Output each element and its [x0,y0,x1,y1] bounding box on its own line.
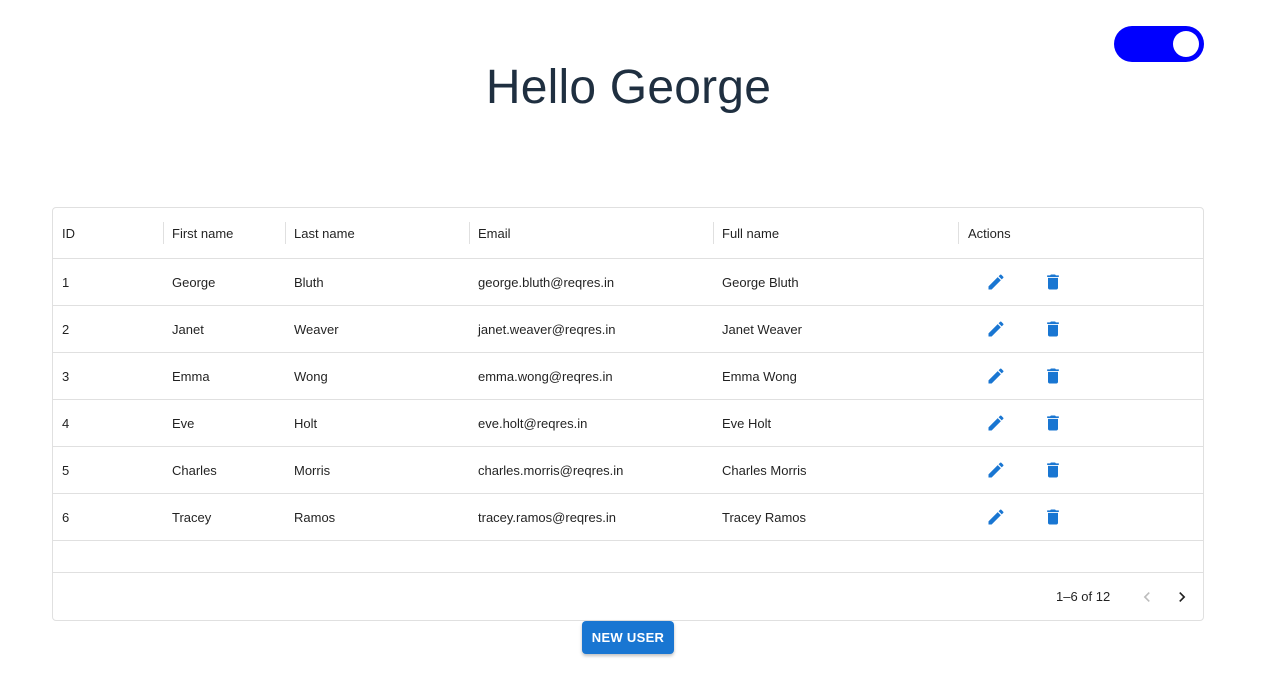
table-row[interactable]: 1 George Bluth george.bluth@reqres.in George… [53,259,1203,306]
cell-email: janet.weaver@reqres.in [478,321,616,337]
cell-email: george.bluth@reqres.in [478,274,615,290]
delete-user-button[interactable] [1037,454,1069,486]
edit-user-button[interactable] [980,313,1012,345]
pencil-icon [988,415,1004,431]
column-separator[interactable] [285,222,286,244]
users-data-grid: ID First name Last name Email Full name … [52,207,1204,621]
cell-email: emma.wong@reqres.in [478,368,613,384]
table-row[interactable]: 2 Janet Weaver janet.weaver@reqres.in Janet … [53,306,1203,353]
chevron-left-icon [1143,591,1150,602]
cell-full-name: George Bluth [722,274,799,290]
table-row[interactable]: 3 Emma Wong emma.wong@reqres.in Emma Wong [53,353,1203,400]
pencil-icon [988,321,1004,337]
cell-id: 1 [62,274,70,290]
column-header-last-name[interactable]: Last name [294,208,355,258]
trash-icon [1047,368,1059,384]
trash-icon [1047,415,1059,431]
pencil-icon [988,509,1004,525]
edit-user-button[interactable] [980,501,1012,533]
edit-user-button[interactable] [980,360,1012,392]
column-header-full-name[interactable]: Full name [722,208,779,258]
delete-user-button[interactable] [1037,501,1069,533]
pencil-icon [988,368,1004,384]
new-user-button[interactable]: NEW USER [582,621,674,654]
toggle-knob [1173,31,1199,57]
column-separator[interactable] [469,222,470,244]
cell-last-name: Weaver [294,321,339,337]
cell-first-name: Charles [172,462,217,478]
cell-last-name: Ramos [294,509,336,525]
table-row[interactable]: 4 Eve Holt eve.holt@reqres.in Eve Holt [53,400,1203,447]
column-separator[interactable] [958,222,959,244]
column-header-first-name[interactable]: First name [172,208,233,258]
cell-full-name: Janet Weaver [722,321,802,337]
column-header-email[interactable]: Email [478,208,511,258]
grid-body: 1 George Bluth george.bluth@reqres.in George… [53,259,1203,541]
cell-first-name: Janet [172,321,204,337]
trash-icon [1047,462,1059,478]
grid-header: ID First name Last name Email Full name … [53,208,1203,259]
cell-last-name: Morris [294,462,331,478]
pencil-icon [988,274,1004,290]
cell-id: 3 [62,368,70,384]
cell-last-name: Bluth [294,274,324,290]
cell-id: 6 [62,509,70,525]
cell-last-name: Wong [294,368,328,384]
delete-user-button[interactable] [1037,360,1069,392]
column-separator[interactable] [163,222,164,244]
pagination-label: 1–6 of 12 [1056,589,1111,604]
column-header-id[interactable]: ID [62,208,75,258]
grid-empty-space [53,541,1203,573]
column-separator[interactable] [713,222,714,244]
cell-id: 5 [62,462,70,478]
grid-footer: 1–6 of 12 [53,573,1203,620]
app-page: Hello George ID First name Last name Ema… [0,0,1266,695]
table-row[interactable]: 5 Charles Morris charles.morris@reqres.in Ch… [53,447,1203,494]
theme-toggle[interactable] [1114,26,1204,62]
trash-icon [1047,509,1059,525]
cell-last-name: Holt [294,415,318,431]
cell-email: tracey.ramos@reqres.in [478,509,616,525]
cell-first-name: Emma [172,368,210,384]
cell-full-name: Emma Wong [722,368,797,384]
pencil-icon [988,462,1004,478]
page-title: Hello George [485,61,772,114]
delete-user-button[interactable] [1037,313,1069,345]
table-row[interactable]: 6 Tracey Ramos tracey.ramos@reqres.in Tracey… [53,494,1203,541]
trash-icon [1047,321,1059,337]
delete-user-button[interactable] [1037,407,1069,439]
cell-email: charles.morris@reqres.in [478,462,624,478]
edit-user-button[interactable] [980,454,1012,486]
cell-email: eve.holt@reqres.in [478,415,588,431]
cell-first-name: George [172,274,216,290]
cell-full-name: Tracey Ramos [722,509,807,525]
cell-id: 2 [62,321,70,337]
previous-page-button[interactable] [1131,581,1163,613]
column-header-actions: Actions [968,225,1011,241]
cell-full-name: Eve Holt [722,415,772,431]
cell-id: 4 [62,415,70,431]
cell-full-name: Charles Morris [722,462,807,478]
edit-user-button[interactable] [980,407,1012,439]
edit-user-button[interactable] [980,266,1012,298]
cell-first-name: Eve [172,415,195,431]
trash-icon [1047,274,1059,290]
chevron-right-icon [1179,591,1186,602]
next-page-button[interactable] [1166,581,1198,613]
cell-first-name: Tracey [172,509,212,525]
delete-user-button[interactable] [1037,266,1069,298]
